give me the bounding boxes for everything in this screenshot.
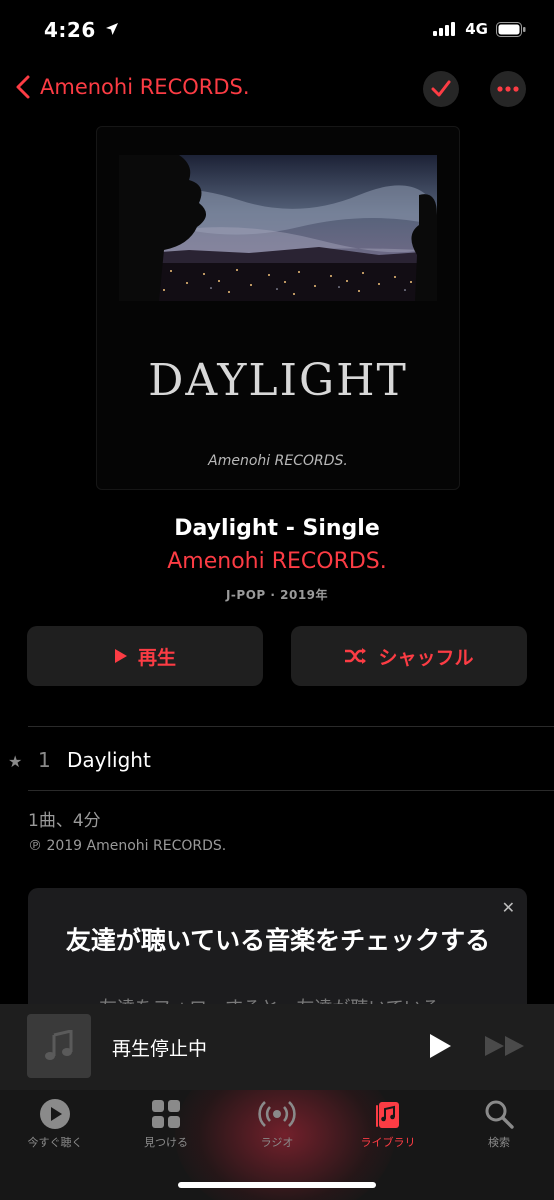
ellipsis-icon [497, 86, 519, 92]
play-icon [114, 649, 127, 663]
album-genre-year: J-POP · 2019年 [225, 588, 329, 602]
album-artwork: DAYLIGHT Amenohi RECORDS. [96, 126, 460, 490]
tab-label: ライブラリ [360, 1136, 416, 1149]
mini-player-title: 再生停止中 [112, 1038, 208, 1060]
tab-library[interactable]: ライブラリ [338, 1098, 438, 1150]
play-label: 再生 [137, 646, 176, 669]
copyright-text: ℗ 2019 Amenohi RECORDS. [28, 838, 227, 854]
more-options-button[interactable] [490, 71, 526, 107]
skip-forward-icon[interactable] [484, 1035, 526, 1057]
tab-listen-now[interactable]: 今すぐ聴く [5, 1098, 105, 1150]
back-button[interactable]: Amenohi RECORDS. [14, 74, 250, 100]
tab-label: 今すぐ聴く [27, 1136, 83, 1149]
star-icon: ★ [8, 752, 23, 771]
shuffle-button[interactable]: シャッフル [291, 626, 527, 686]
network-type: 4G [465, 20, 488, 38]
tab-label: ラジオ [260, 1136, 294, 1149]
status-time: 4:26 [44, 18, 119, 42]
play-circle-icon [40, 1099, 70, 1129]
artwork-photo [119, 155, 437, 301]
back-label: Amenohi RECORDS. [40, 75, 250, 99]
radio-icon [258, 1101, 296, 1127]
divider [28, 726, 554, 727]
search-icon [485, 1100, 514, 1129]
shuffle-label: シャッフル [378, 646, 474, 669]
album-title: Daylight - Single [174, 516, 380, 541]
tab-radio[interactable]: ラジオ [227, 1098, 327, 1150]
status-indicators: 4G [433, 20, 526, 38]
close-icon[interactable]: ✕ [502, 898, 515, 917]
chevron-left-icon [16, 75, 30, 99]
artwork-label: Amenohi RECORDS. [208, 453, 348, 469]
artwork-title: DAYLIGHT [148, 355, 408, 406]
tab-browse[interactable]: 見つける [116, 1098, 216, 1150]
grid-icon [152, 1100, 180, 1128]
tab-search[interactable]: 検索 [449, 1098, 549, 1150]
tab-label: 検索 [488, 1136, 510, 1149]
library-icon [376, 1102, 399, 1128]
play-button[interactable]: 再生 [27, 626, 263, 686]
mini-play-icon[interactable] [428, 1033, 452, 1059]
tab-label: 見つける [144, 1136, 188, 1149]
location-arrow-icon [106, 23, 119, 35]
checkmark-icon [431, 80, 451, 97]
battery-icon [496, 21, 526, 37]
cellular-signal-icon [433, 22, 456, 36]
shuffle-icon [345, 648, 367, 664]
mini-player-artwork [27, 1014, 91, 1078]
music-note-icon [45, 1030, 73, 1060]
track-title: Daylight [67, 748, 151, 772]
track-count-duration: 1曲、4分 [28, 811, 101, 831]
album-artist-link[interactable]: Amenohi RECORDS. [0, 549, 554, 574]
divider [28, 790, 554, 791]
added-to-library-button[interactable] [423, 71, 459, 107]
track-number: 1 [38, 748, 51, 772]
friends-card-title: 友達が聴いている音楽をチェックする [65, 926, 491, 955]
mini-player[interactable]: 再生停止中 [0, 1004, 554, 1090]
home-indicator [178, 1182, 376, 1188]
